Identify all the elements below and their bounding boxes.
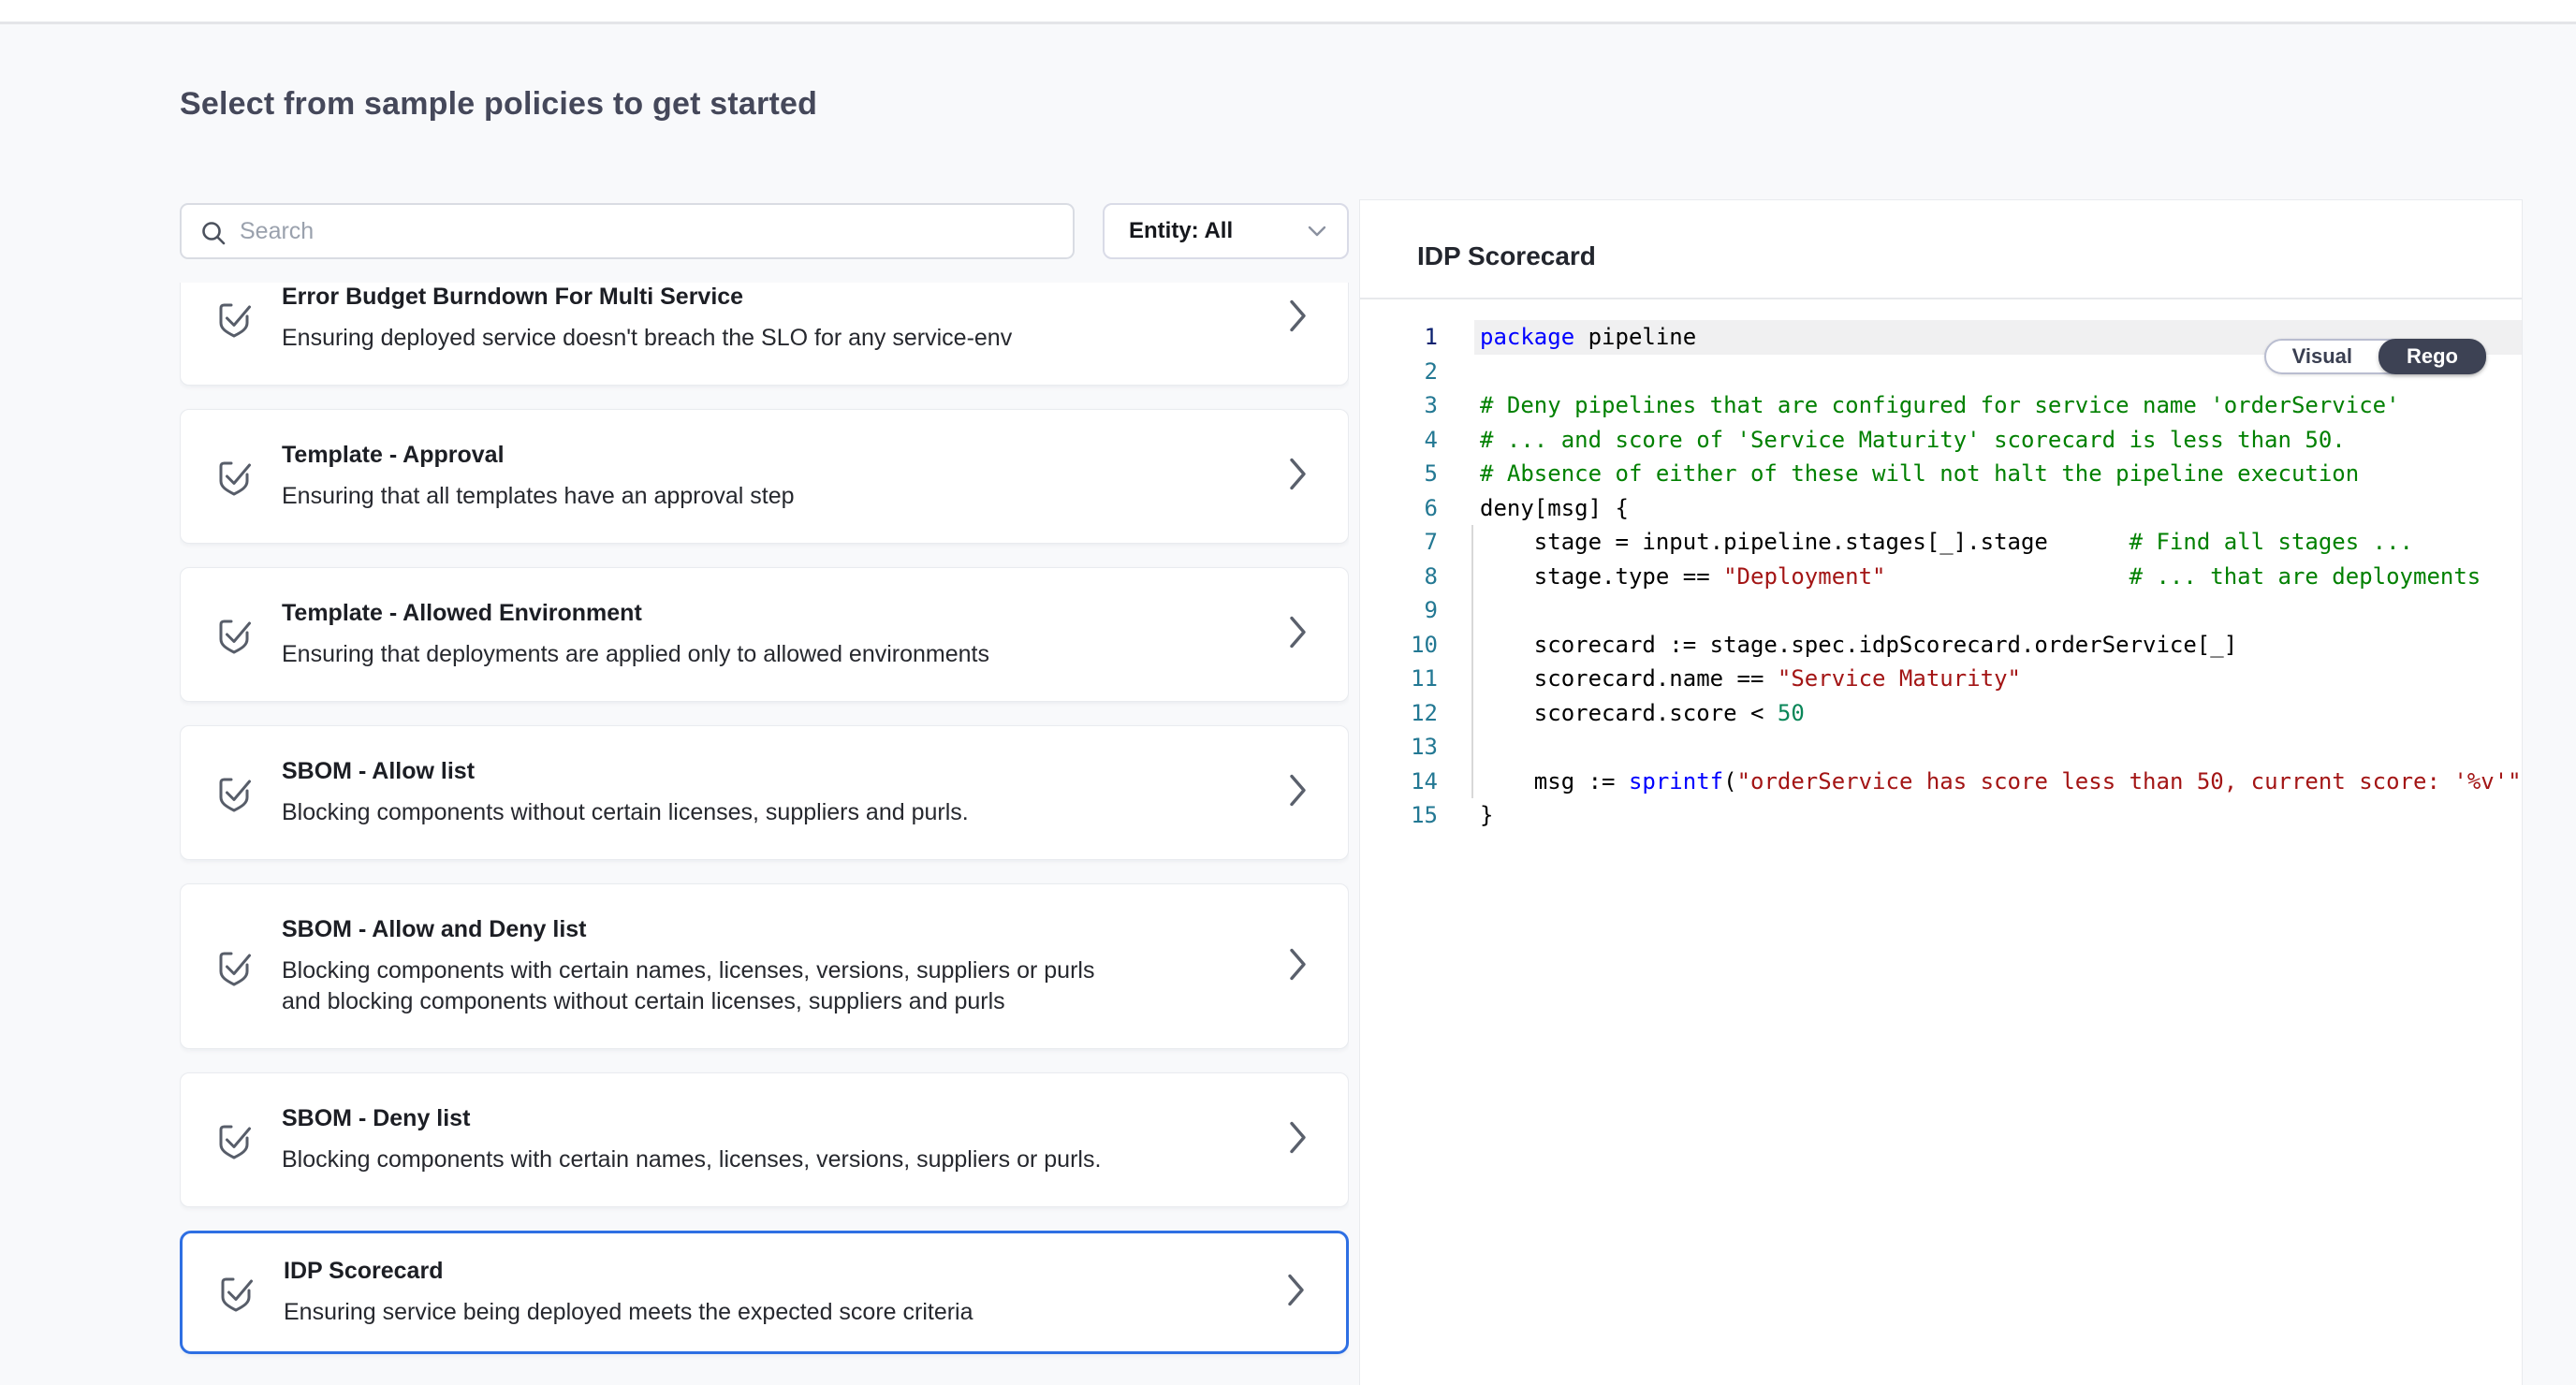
code-line-content: stage = input.pipeline.stages[_].stage #… (1438, 525, 2522, 560)
code-line-content: scorecard := stage.spec.idpScorecard.ord… (1438, 628, 2522, 663)
policy-description: Blocking components without certain lice… (282, 797, 969, 828)
line-number: 1 (1360, 320, 1438, 355)
chevron-right-icon (1288, 457, 1309, 497)
policy-card-7[interactable]: IDP Scorecard Ensuring service being dep… (180, 1231, 1349, 1354)
policy-card-3[interactable]: Template - Allowed Environment Ensuring … (180, 567, 1349, 702)
line-number: 6 (1360, 491, 1438, 526)
policy-title: SBOM - Allow list (282, 757, 969, 785)
code-line-content (1438, 730, 2522, 765)
view-toggle: Visual Rego (2264, 339, 2486, 374)
policy-card-1[interactable]: Error Budget Burndown For Multi Service … (180, 283, 1349, 386)
preview-panel: IDP Scorecard 1package pipeline23# Deny … (1359, 199, 2523, 1385)
chevron-right-icon (1288, 615, 1309, 655)
line-number: 11 (1360, 662, 1438, 696)
code-line-13: 13 (1360, 730, 2522, 765)
line-number: 7 (1360, 525, 1438, 560)
code-line-14: 14 msg := sprintf("orderService has scor… (1360, 765, 2522, 799)
shield-check-icon (214, 1271, 257, 1314)
line-number: 8 (1360, 560, 1438, 594)
code-line-content: msg := sprintf("orderService has score l… (1438, 765, 2522, 799)
line-number: 12 (1360, 696, 1438, 731)
code-line-content: deny[msg] { (1438, 491, 2522, 526)
code-line-12: 12 scorecard.score < 50 (1360, 696, 2522, 731)
policy-description: Blocking components with certain names, … (282, 955, 1124, 1017)
policy-card-4[interactable]: SBOM - Allow list Blocking components wi… (180, 725, 1349, 860)
line-number: 4 (1360, 423, 1438, 458)
policy-title: Template - Allowed Environment (282, 599, 989, 627)
code-line-content: # Absence of either of these will not ha… (1438, 457, 2522, 491)
entity-filter-label: Entity: All (1129, 218, 1233, 244)
line-number: 2 (1360, 355, 1438, 389)
rego-toggle-button[interactable]: Rego (2378, 339, 2486, 374)
code-line-4: 4# ... and score of 'Service Maturity' s… (1360, 423, 2522, 458)
search-icon (200, 220, 227, 246)
screen: Select from sample policies to get start… (0, 0, 2576, 1385)
policy-description: Ensuring deployed service doesn't breach… (282, 323, 1012, 354)
visual-toggle-button[interactable]: Visual (2266, 341, 2378, 372)
shield-check-icon (212, 455, 256, 498)
code-line-9: 9 (1360, 593, 2522, 628)
policy-description: Blocking components with certain names, … (282, 1144, 1101, 1175)
chevron-right-icon (1288, 946, 1309, 986)
search-input[interactable] (238, 205, 1061, 257)
line-number: 13 (1360, 730, 1438, 765)
entity-filter-dropdown[interactable]: Entity: All (1103, 203, 1349, 259)
policy-description: Ensuring that deployments are applied on… (282, 639, 989, 670)
code-line-7: 7 stage = input.pipeline.stages[_].stage… (1360, 525, 2522, 560)
code-line-content (1438, 593, 2522, 628)
policy-title: Error Budget Burndown For Multi Service (282, 283, 1012, 311)
code-line-content: # ... and score of 'Service Maturity' sc… (1438, 423, 2522, 458)
line-number: 3 (1360, 388, 1438, 423)
code-line-content: stage.type == "Deployment" # ... that ar… (1438, 560, 2522, 594)
top-bar (0, 0, 2576, 24)
code-line-content: # Deny pipelines that are configured for… (1438, 388, 2522, 423)
code-line-content: scorecard.score < 50 (1438, 696, 2522, 731)
policy-title: SBOM - Allow and Deny list (282, 915, 1124, 943)
code-line-6: 6deny[msg] { (1360, 491, 2522, 526)
chevron-right-icon (1286, 1273, 1307, 1313)
shield-check-icon (212, 945, 256, 988)
policy-title: Template - Approval (282, 441, 795, 469)
policy-card-5[interactable]: SBOM - Allow and Deny list Blocking comp… (180, 883, 1349, 1049)
page-title: Select from sample policies to get start… (180, 86, 817, 123)
code-editor[interactable]: 1package pipeline23# Deny pipelines that… (1360, 299, 2522, 1385)
line-number: 15 (1360, 798, 1438, 833)
policy-list: Error Budget Burndown For Multi Service … (180, 283, 1349, 1385)
shield-check-icon (212, 613, 256, 656)
policy-card-2[interactable]: Template - Approval Ensuring that all te… (180, 409, 1349, 544)
code-line-10: 10 scorecard := stage.spec.idpScorecard.… (1360, 628, 2522, 663)
shield-check-icon (212, 1118, 256, 1161)
chevron-right-icon (1288, 773, 1309, 813)
line-number: 10 (1360, 628, 1438, 663)
policy-title: SBOM - Deny list (282, 1104, 1101, 1132)
code-line-content: scorecard.name == "Service Maturity" (1438, 662, 2522, 696)
shield-check-icon (212, 771, 256, 814)
policy-description: Ensuring that all templates have an appr… (282, 481, 795, 512)
line-number: 14 (1360, 765, 1438, 799)
code-line-11: 11 scorecard.name == "Service Maturity" (1360, 662, 2522, 696)
code-line-15: 15} (1360, 798, 2522, 833)
shield-check-icon (212, 297, 256, 340)
preview-title: IDP Scorecard (1417, 241, 1596, 271)
code-lines: 1package pipeline23# Deny pipelines that… (1360, 320, 2522, 833)
chevron-right-icon (1288, 1120, 1309, 1160)
policy-description: Ensuring service being deployed meets th… (284, 1297, 973, 1328)
search-box (180, 203, 1075, 259)
chevron-right-icon (1288, 299, 1309, 339)
line-number: 9 (1360, 593, 1438, 628)
policy-title: IDP Scorecard (284, 1257, 973, 1285)
code-line-8: 8 stage.type == "Deployment" # ... that … (1360, 560, 2522, 594)
line-number: 5 (1360, 457, 1438, 491)
indent-guide (1471, 525, 1473, 798)
code-line-5: 5# Absence of either of these will not h… (1360, 457, 2522, 491)
code-line-3: 3# Deny pipelines that are configured fo… (1360, 388, 2522, 423)
chevron-down-icon (1308, 226, 1326, 237)
code-line-content: } (1438, 798, 2522, 833)
policy-card-6[interactable]: SBOM - Deny list Blocking components wit… (180, 1072, 1349, 1207)
